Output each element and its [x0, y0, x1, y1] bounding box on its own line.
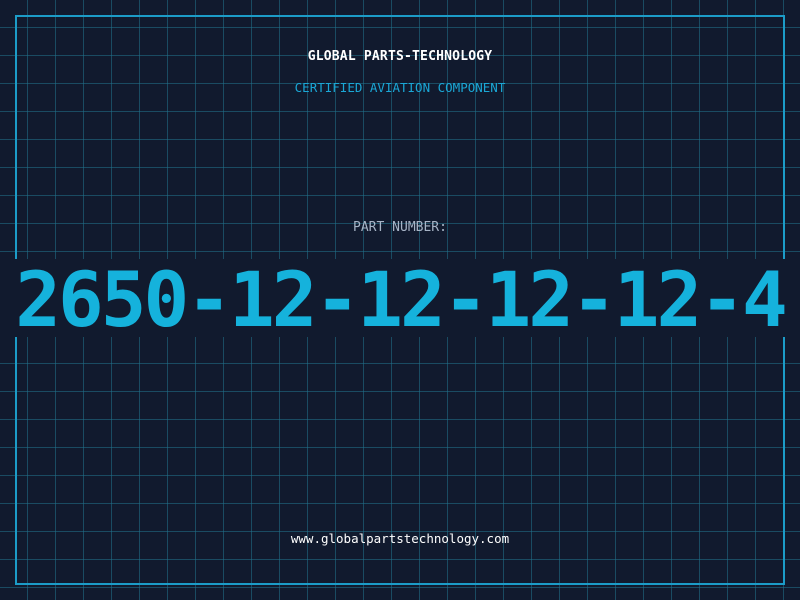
- blueprint-canvas: GLOBAL PARTS-TECHNOLOGY CERTIFIED AVIATI…: [0, 0, 800, 600]
- company-name: GLOBAL PARTS-TECHNOLOGY: [307, 49, 493, 64]
- part-number-value: 2650-12-12-12-12-4: [15, 259, 788, 338]
- website-url: www.globalpartstechnology.com: [290, 531, 510, 546]
- part-number-band: 2650-12-12-12-12-4: [0, 259, 800, 337]
- part-number-label: PART NUMBER:: [353, 220, 447, 235]
- certification-tagline: CERTIFIED AVIATION COMPONENT: [294, 80, 506, 95]
